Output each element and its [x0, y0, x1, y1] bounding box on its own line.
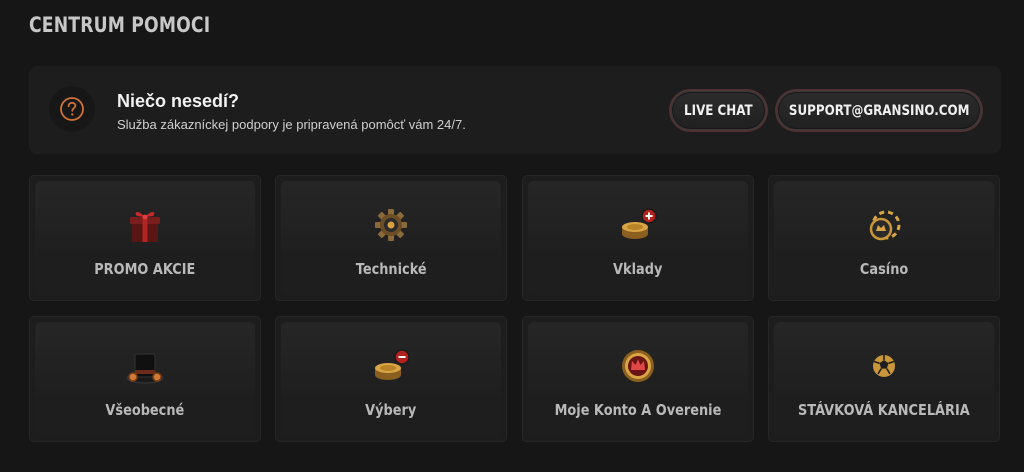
coins-plus-icon — [616, 203, 660, 247]
gear-icon — [369, 203, 413, 247]
category-card-promo[interactable]: PROMO AKCIE — [29, 175, 261, 301]
live-chat-button[interactable]: LIVE CHAT — [671, 91, 766, 130]
gift-icon — [123, 203, 167, 247]
category-label: Moje Konto A Overenie — [554, 401, 722, 419]
category-card-withdrawals[interactable]: Výbery — [275, 316, 507, 442]
category-label: Výbery — [365, 401, 417, 419]
live-chat-label: LIVE CHAT — [684, 102, 753, 119]
category-label: Casíno — [859, 260, 909, 278]
category-card-deposits[interactable]: Vklady — [522, 175, 754, 301]
question-icon — [49, 86, 95, 132]
help-center-page: CENTRUM POMOCI Niečo nesedí? Služba záka… — [0, 0, 1024, 472]
soccer-ball-icon — [862, 344, 906, 388]
category-card-account[interactable]: Moje Konto A Overenie — [522, 316, 754, 442]
support-email-label: SUPPORT@GRANSINO.COM — [788, 102, 970, 119]
page-title: CENTRUM POMOCI — [29, 13, 211, 37]
category-card-general[interactable]: Všeobecné — [29, 316, 261, 442]
category-label: Všeobecné — [105, 401, 185, 419]
top-hat-icon — [123, 344, 167, 388]
casino-chips-icon — [862, 203, 906, 247]
category-label: Technické — [355, 260, 427, 278]
crown-badge-icon — [616, 344, 660, 388]
support-subtext: Služba zákazníckej podpory je pripravená… — [117, 117, 466, 132]
category-label: PROMO AKCIE — [94, 260, 196, 278]
category-card-casino[interactable]: Casíno — [768, 175, 1000, 301]
support-heading: Niečo nesedí? — [117, 91, 240, 111]
category-card-sportsbook[interactable]: STÁVKOVÁ KANCELÁRIA — [768, 316, 1000, 442]
category-card-technical[interactable]: Technické — [275, 175, 507, 301]
coins-minus-icon — [369, 344, 413, 388]
category-label: STÁVKOVÁ KANCELÁRIA — [798, 401, 970, 419]
support-banner: Niečo nesedí? Služba zákazníckej podpory… — [29, 66, 1001, 154]
support-email-button[interactable]: SUPPORT@GRANSINO.COM — [777, 91, 981, 130]
category-label: Vklady — [613, 260, 663, 278]
